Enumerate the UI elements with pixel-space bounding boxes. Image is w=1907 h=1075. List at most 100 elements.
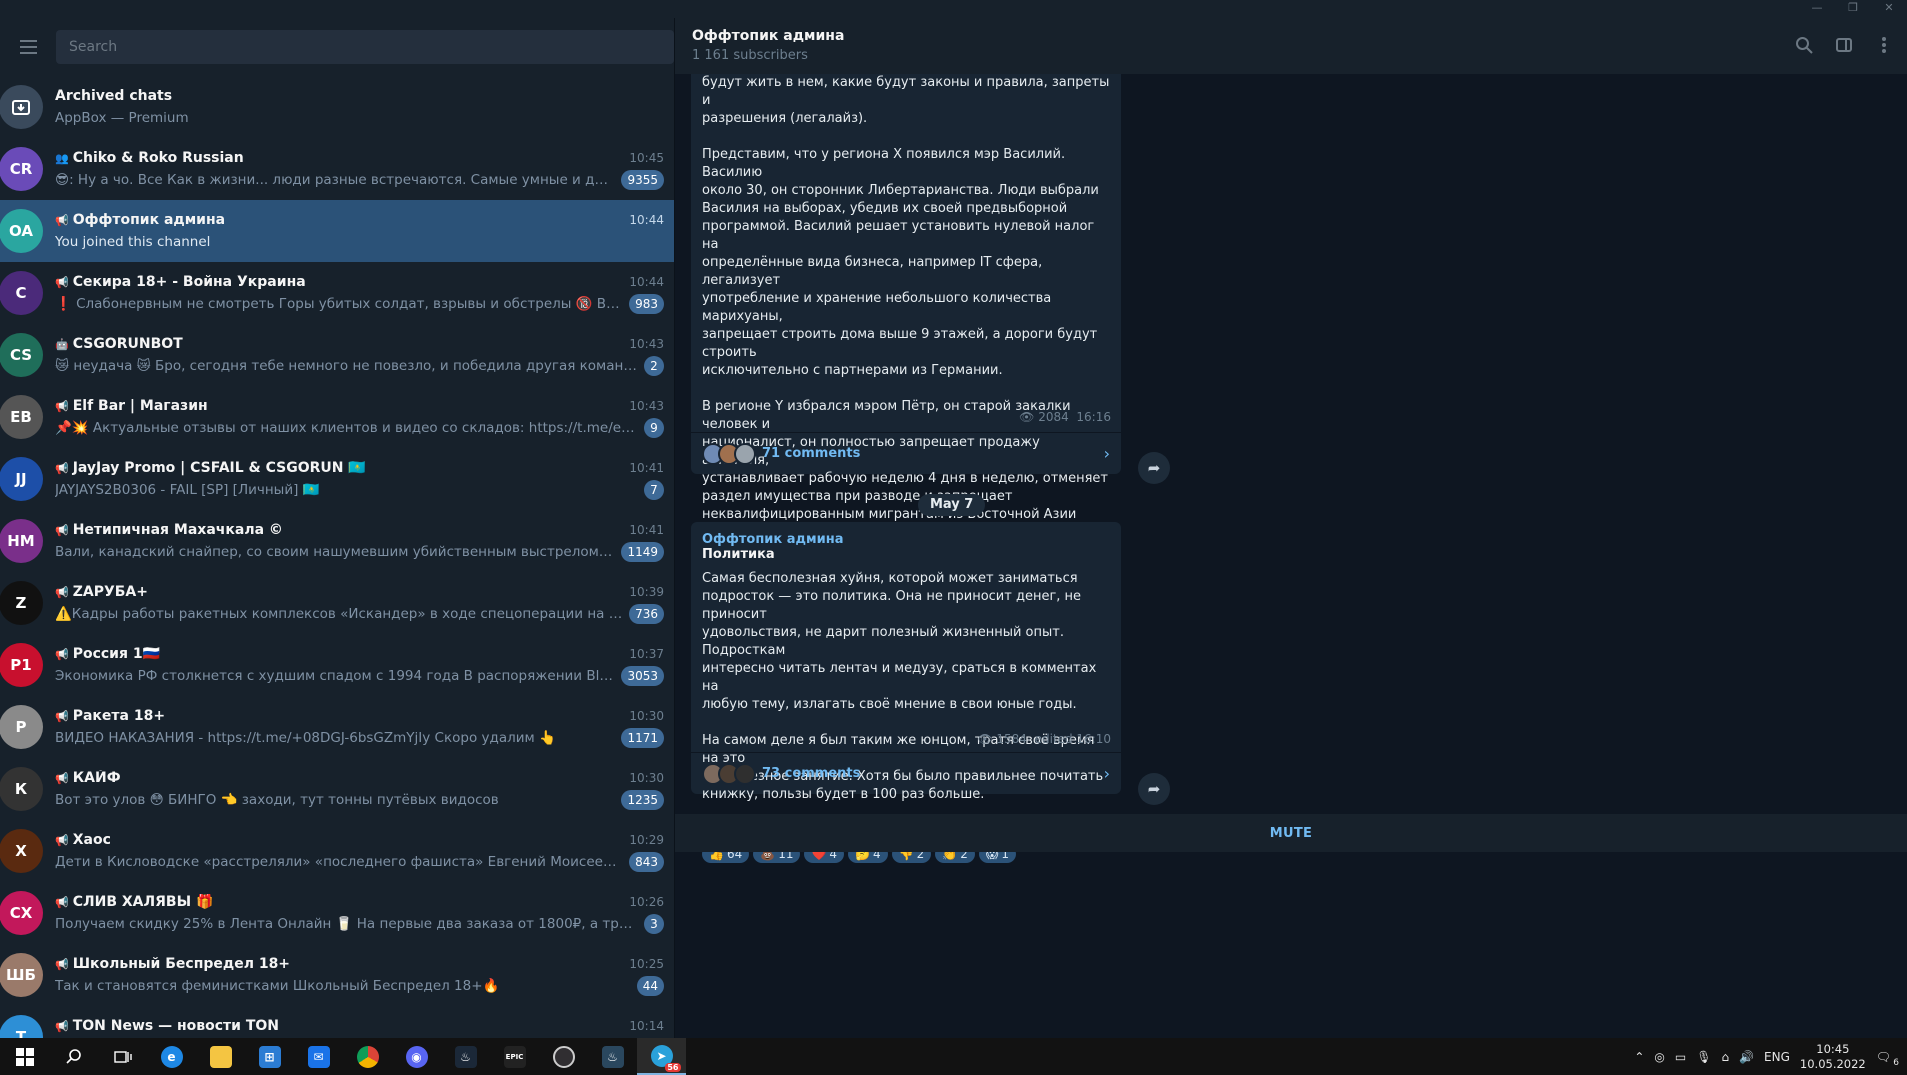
chat-list-item[interactable]: CR 👥 Chiko & Roko Russian 10:45 😎: Ну а чо. … — [0, 138, 674, 200]
chat-list-item[interactable]: Р 📢 Ракета 18+ 10:30 ВИДЕО НАКАЗАНИЯ - https… — [0, 696, 674, 758]
chevron-up-icon[interactable]: ⌃ — [1634, 1050, 1644, 1064]
chat-pane: Оффтопик админа 1 161 subscribers будут … — [675, 18, 1907, 1038]
steam-2-icon[interactable]: ♨ — [588, 1038, 637, 1075]
mic-icon[interactable]: 🎙 — [1696, 1050, 1711, 1064]
post-author[interactable]: Оффтопик админа — [691, 522, 1121, 547]
unread-badge: 983 — [629, 294, 664, 314]
archived-chats-item[interactable]: Archived chats AppBox — Premium — [0, 76, 674, 138]
sidebar-topbar: Search — [0, 18, 674, 76]
chat-name: 📢 ZАРУБА+ — [55, 584, 148, 600]
chat-list-item[interactable]: JJ 📢 JayJay Promo | CSFAIL & CSGORUN 🇰🇿 10:… — [0, 448, 674, 510]
search-input[interactable]: Search — [56, 30, 674, 64]
channel-post[interactable]: Оффтопик админа Политика Самая бесполезн… — [691, 522, 1121, 863]
language-indicator[interactable]: ENG — [1764, 1050, 1790, 1064]
mute-button[interactable]: MUTE — [1270, 826, 1312, 841]
telegram-icon[interactable]: ➤ 56 — [637, 1038, 686, 1075]
notifications-icon[interactable]: 🗨 6 — [1876, 1050, 1899, 1068]
chat-list-item[interactable]: С 📢 Секира 18+ - Война Украина 10:44 ❗ Слабо… — [0, 262, 674, 324]
unread-badge: 736 — [629, 604, 664, 624]
unread-badge: 9 — [644, 418, 664, 438]
avatar: EB — [0, 395, 43, 439]
edge-icon[interactable]: e — [147, 1038, 196, 1075]
comments-button[interactable]: 71 comments › — [691, 432, 1121, 474]
chat-list-item[interactable]: T 📢 TON News — новости TON 10:14 — [0, 1006, 674, 1038]
unread-badge: 3053 — [621, 666, 664, 686]
comments-label: 73 comments — [762, 766, 861, 781]
avatar: Р — [0, 705, 43, 749]
steam-icon[interactable]: ♨ — [441, 1038, 490, 1075]
discord-icon[interactable]: ◉ — [392, 1038, 441, 1075]
chat-list-item[interactable]: ШБ 📢 Школьный Беспредел 18+ 10:25 Так и стан… — [0, 944, 674, 1006]
avatar: С — [0, 271, 43, 315]
chat-preview: JAYJAYS2B0306 - FAIL [SP] [Личный] 🇰🇿 — [55, 482, 320, 498]
post-time: 16:16 — [1076, 410, 1111, 424]
mail-icon[interactable]: ✉ — [294, 1038, 343, 1075]
chat-list-item[interactable]: Х 📢 Хаос 10:29 Дети в Кисловодске «расстреля… — [0, 820, 674, 882]
post-meta: 👁 2084 16:16 — [1019, 410, 1111, 424]
unread-badge: 3 — [644, 914, 664, 934]
chat-preview: Так и становятся феминистками Школьный Б… — [55, 978, 500, 994]
explorer-icon[interactable] — [196, 1038, 245, 1075]
comments-button[interactable]: 73 comments › — [691, 752, 1121, 794]
store-icon[interactable]: ⊞ — [245, 1038, 294, 1075]
subscriber-count: 1 161 subscribers — [692, 48, 808, 63]
windows-taskbar: e ⊞ ✉ ◉ ♨ EPIC ♨ ➤ 56 ⌃ ◎ ▭ 🎙 ⌂ 🔊 ENG 10:… — [0, 1038, 1907, 1075]
minimize-button[interactable]: — — [1799, 0, 1835, 18]
maximize-button[interactable]: ❐ — [1835, 0, 1871, 18]
chat-list-item[interactable]: К 📢 КАЙФ 10:30 Вот это улов 😳 БИНГО 👈 заходи… — [0, 758, 674, 820]
start-icon[interactable] — [0, 1038, 49, 1075]
search-icon[interactable] — [1793, 34, 1815, 56]
menu-icon[interactable] — [0, 18, 56, 76]
unread-badge: 9355 — [621, 170, 664, 190]
chat-list-item[interactable]: CS 🤖 CSGORUNBOT 10:43 😿 неудача 😿 Бро, сегод… — [0, 324, 674, 386]
chat-preview: 📌💥 Актуальные отзывы от наших клиентов и… — [55, 420, 638, 436]
chat-time: 10:41 — [629, 523, 664, 537]
date-separator: May 7 — [918, 494, 986, 516]
chrome-icon[interactable] — [343, 1038, 392, 1075]
obs-icon[interactable] — [539, 1038, 588, 1075]
channel-icon: 📢 — [55, 710, 69, 723]
wifi-icon[interactable]: ⌂ — [1721, 1050, 1729, 1064]
close-button[interactable]: ✕ — [1871, 0, 1907, 18]
device-icon[interactable]: ▭ — [1675, 1050, 1686, 1064]
chat-name: 📢 КАЙФ — [55, 770, 121, 786]
share-icon[interactable]: ➦ — [1138, 452, 1170, 484]
eye-icon: 👁 — [977, 732, 993, 746]
chat-list-sidebar: Search Archived chats AppBox — Premium C… — [0, 18, 674, 1038]
channel-icon: 📢 — [55, 276, 69, 289]
chat-preview: ВИДЕО НАКАЗАНИЯ - https://t.me/+08DGJ-6b… — [55, 730, 556, 746]
commenter-avatars — [702, 762, 756, 785]
chat-list-item[interactable]: НМ 📢 Нетипичная Махачкала © 10:41 Вали, кана… — [0, 510, 674, 572]
chat-preview: 😎: Ну а чо. Все Как в жизни... люди разн… — [55, 172, 615, 188]
chat-header[interactable]: Оффтопик админа 1 161 subscribers — [675, 18, 1907, 74]
chat-list-item[interactable]: Z 📢 ZАРУБА+ 10:39 ⚠️Кадры работы ракетных ко… — [0, 572, 674, 634]
avatar: Z — [0, 581, 43, 625]
chat-name: 📢 СЛИВ ХАЛЯВЫ 🎁 — [55, 894, 214, 910]
more-icon[interactable] — [1873, 34, 1895, 56]
archive-icon — [0, 85, 43, 129]
task-view-icon[interactable] — [98, 1038, 147, 1075]
chat-list-item[interactable]: OA 📢 Оффтопик админа 10:44 You joined this c… — [0, 200, 674, 262]
post-title: Политика — [702, 547, 775, 562]
chat-time: 10:37 — [629, 647, 664, 661]
channel-post[interactable]: будут жить в нем, какие будут законы и п… — [691, 74, 1121, 781]
chat-name: 📢 Нетипичная Махачкала © — [55, 522, 283, 538]
volume-icon[interactable]: 🔊 — [1739, 1050, 1754, 1064]
avatar: Р1 — [0, 643, 43, 687]
search-taskbar-icon[interactable] — [49, 1038, 98, 1075]
avatar: К — [0, 767, 43, 811]
sidebar-toggle-icon[interactable] — [1833, 34, 1855, 56]
unread-badge: 1235 — [621, 790, 664, 810]
chat-list-item[interactable]: EB 📢 Elf Bar | Магазин 10:43 📌💥 Актуальные о… — [0, 386, 674, 448]
chat-name: 📢 Секира 18+ - Война Украина — [55, 274, 306, 290]
edited-time: edited 16:10 — [1034, 732, 1111, 746]
epic-games-icon[interactable]: EPIC — [490, 1038, 539, 1075]
clock[interactable]: 10:45 10.05.2022 — [1800, 1042, 1866, 1072]
chat-time: 10:26 — [629, 895, 664, 909]
share-icon[interactable]: ➦ — [1138, 773, 1170, 805]
chat-time: 10:30 — [629, 771, 664, 785]
chat-list-item[interactable]: Р1 📢 Россия 1🇷🇺 10:37 Экономика РФ столкнетс… — [0, 634, 674, 696]
channel-icon: 📢 — [55, 958, 69, 971]
chat-list-item[interactable]: СХ 📢 СЛИВ ХАЛЯВЫ 🎁 10:26 Получаем скидку 25%… — [0, 882, 674, 944]
network-shield-icon[interactable]: ◎ — [1654, 1050, 1664, 1064]
